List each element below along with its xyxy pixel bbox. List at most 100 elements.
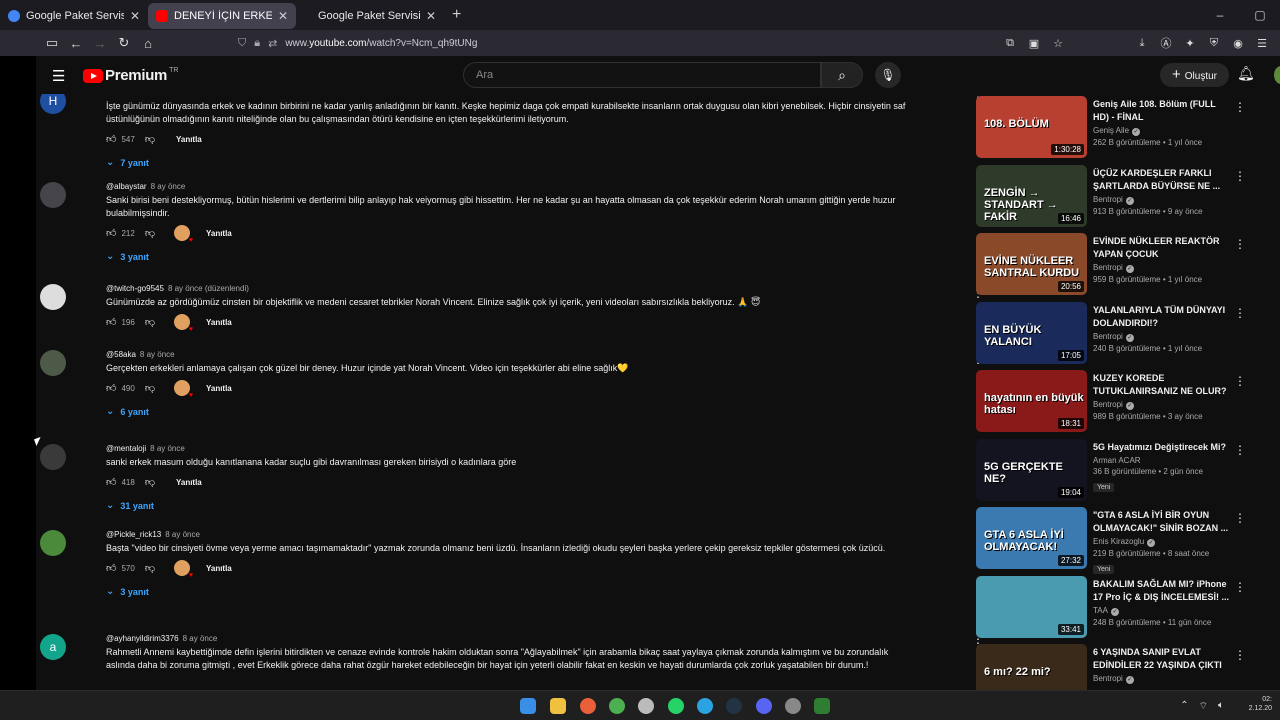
chevron-up-icon[interactable]: ⌃: [1180, 700, 1188, 713]
minimize-icon[interactable]: –: [1200, 8, 1240, 22]
tab-1[interactable]: Google Paket Servisi ✕: [0, 3, 148, 29]
reply-button[interactable]: Yanıtla: [176, 478, 202, 487]
video-thumbnail[interactable]: 108. BÖLÜM 1:30:28: [976, 96, 1087, 158]
channel-name[interactable]: Geniş Aile ✓: [1093, 126, 1233, 136]
reload-icon[interactable]: ↻: [112, 35, 136, 51]
related-video[interactable]: 5G GERÇEKTE NE? 19:04 5G Hayatımızı Değişt…: [976, 438, 1246, 501]
like-icon[interactable]: 👍︎: [106, 316, 116, 328]
comment-time[interactable]: 8 ay önce: [140, 350, 175, 359]
tab-2[interactable]: DENEYİ İÇİN ERKEK ROLÜ YAPAN ✕: [148, 3, 296, 29]
video-title[interactable]: KUZEY KOREDE TUTUKLANIRSANIZ NE OLUR?: [1093, 372, 1233, 398]
video-menu-icon[interactable]: ⋮: [1234, 100, 1246, 114]
shield-icon[interactable]: ⛉: [238, 37, 246, 50]
video-thumbnail[interactable]: EN BÜYÜK YALANCI 17:05: [976, 301, 1087, 364]
channel-name[interactable]: TAA ✓: [1093, 606, 1233, 616]
video-menu-icon[interactable]: ⋮: [1234, 648, 1246, 662]
video-menu-icon[interactable]: ⋮: [1234, 237, 1246, 251]
account-icon[interactable]: Ⓐ: [1154, 35, 1178, 51]
notifications-bell-icon[interactable]: 🔔︎: [1237, 65, 1255, 82]
new-tab-icon[interactable]: +: [452, 6, 461, 24]
like-icon[interactable]: 👍︎: [106, 562, 116, 574]
related-video[interactable]: 33:41 BAKALIM SAĞLAM MI? iPhone 17 Pro İÇ…: [976, 575, 1246, 638]
extensions-icon[interactable]: ✦: [1178, 37, 1202, 50]
dislike-icon[interactable]: 👎︎: [145, 316, 155, 328]
discord-icon[interactable]: [756, 698, 772, 714]
commenter-avatar[interactable]: [40, 444, 66, 470]
like-icon[interactable]: 👍︎: [106, 227, 116, 239]
video-menu-icon[interactable]: ⋮: [1234, 443, 1246, 457]
comment-author[interactable]: @ayhanyildirim3376: [106, 634, 179, 643]
steam-icon[interactable]: [726, 698, 742, 714]
shield-extension-icon[interactable]: ⛨: [1202, 37, 1226, 50]
download-icon[interactable]: ⤓: [1130, 37, 1154, 50]
view-replies-button[interactable]: ⌄ 6 yanıt: [106, 406, 906, 417]
search-button[interactable]: ⌕: [821, 62, 863, 88]
view-replies-button[interactable]: ⌄ 3 yanıt: [106, 586, 906, 597]
vpn-icon[interactable]: ◉: [1226, 37, 1250, 50]
app-icon[interactable]: [785, 698, 801, 714]
related-video[interactable]: ZENGİN → STANDART → FAKİR 16:46 ÜÇÜZ KARDE…: [976, 164, 1246, 227]
permissions-icon[interactable]: ⇄: [268, 37, 277, 50]
comment-time[interactable]: 8 ay önce: [165, 530, 200, 539]
related-video[interactable]: EN BÜYÜK YALANCI 17:05 YALANLARIYLA TÜM DÜ…: [976, 301, 1246, 364]
video-title[interactable]: 5G Hayatımızı Değiştirecek Mi?: [1093, 441, 1233, 454]
video-thumbnail[interactable]: EVİNE NÜKLEER SANTRAL KURDU 20:56: [976, 233, 1087, 295]
screenshot-icon[interactable]: ⧉: [998, 37, 1022, 50]
video-menu-icon[interactable]: ⋮: [1234, 580, 1246, 594]
channel-name[interactable]: Bentropi ✓: [1093, 400, 1233, 410]
channel-name[interactable]: Bentropi ✓: [1093, 674, 1233, 684]
hamburger-menu-icon[interactable]: ☰: [52, 67, 65, 85]
forward-icon[interactable]: →: [88, 36, 112, 51]
video-title[interactable]: BAKALIM SAĞLAM MI? iPhone 17 Pro İÇ & DI…: [1093, 578, 1233, 604]
user-avatar[interactable]: [1274, 66, 1280, 84]
clock[interactable]: 02: 2.12.20: [1249, 695, 1272, 713]
channel-name[interactable]: Arman ACAR: [1093, 456, 1233, 465]
video-menu-icon[interactable]: ⋮: [1234, 374, 1246, 388]
file-explorer-icon[interactable]: [550, 698, 566, 714]
address-bar[interactable]: ⛉ 🔒︎ ⇄ www. youtube.com/watch?v=Ncm_qh9tU…: [238, 30, 1060, 56]
comment-time[interactable]: 8 ay önce: [151, 182, 186, 191]
view-replies-button[interactable]: ⌄ 7 yanıt: [106, 157, 906, 168]
commenter-avatar[interactable]: a: [40, 634, 66, 660]
search-input[interactable]: Ara: [463, 62, 821, 88]
tab-3[interactable]: Google Paket Servisi ✕: [296, 3, 444, 29]
comment-time[interactable]: 8 ay önce: [150, 444, 185, 453]
close-tab-icon[interactable]: ✕: [426, 9, 436, 23]
dislike-icon[interactable]: 👎︎: [145, 382, 155, 394]
commenter-avatar[interactable]: [40, 284, 66, 310]
close-tab-icon[interactable]: ✕: [130, 9, 140, 23]
comment-author[interactable]: @twitch-go9545: [106, 284, 164, 293]
sidebar-toggle-icon[interactable]: ▭: [40, 35, 64, 51]
video-menu-icon[interactable]: ⋮: [1234, 511, 1246, 525]
comment-author[interactable]: @albaystar: [106, 182, 147, 191]
picture-icon[interactable]: ▣: [1022, 37, 1046, 50]
related-video[interactable]: EVİNE NÜKLEER SANTRAL KURDU 20:56 EVİNDE N…: [976, 233, 1246, 295]
dislike-icon[interactable]: 👎︎: [145, 227, 155, 239]
video-title[interactable]: Geniş Aile 108. Bölüm (FULL HD) - FİNAL: [1093, 98, 1233, 124]
lock-icon[interactable]: 🔒︎: [254, 37, 260, 50]
video-title[interactable]: YALANLARIYLA TÜM DÜNYAYI DOLANDIRDI!?: [1093, 304, 1233, 330]
reply-button[interactable]: Yanıtla: [206, 318, 232, 327]
channel-name[interactable]: Bentropi ✓: [1093, 332, 1233, 342]
reply-button[interactable]: Yanıtla: [206, 384, 232, 393]
reply-button[interactable]: Yanıtla: [206, 564, 232, 573]
video-thumbnail[interactable]: ZENGİN → STANDART → FAKİR 16:46: [976, 164, 1087, 227]
telegram-icon[interactable]: [697, 698, 713, 714]
video-menu-icon[interactable]: ⋮: [1234, 306, 1246, 320]
commenter-avatar[interactable]: [40, 182, 66, 208]
maximize-icon[interactable]: ▢: [1240, 8, 1280, 22]
like-icon[interactable]: 👍︎: [106, 476, 116, 488]
dislike-icon[interactable]: 👎︎: [145, 133, 155, 145]
close-tab-icon[interactable]: ✕: [278, 9, 288, 23]
video-thumbnail[interactable]: 5G GERÇEKTE NE? 19:04: [976, 438, 1087, 501]
volume-icon[interactable]: 🔈︎: [1218, 700, 1224, 713]
firefox-icon[interactable]: [580, 698, 596, 714]
windows-start-icon[interactable]: [520, 698, 536, 714]
back-icon[interactable]: ←: [64, 36, 88, 51]
dislike-icon[interactable]: 👎︎: [145, 476, 155, 488]
video-title[interactable]: ÜÇÜZ KARDEŞLER FARKLI ŞARTLARDA BÜYÜRSE …: [1093, 167, 1233, 193]
excel-icon[interactable]: [814, 698, 830, 714]
bookmark-star-icon[interactable]: ☆: [1046, 37, 1070, 50]
video-title[interactable]: EVİNDE NÜKLEER REAKTÖR YAPAN ÇOCUK: [1093, 235, 1233, 261]
home-icon[interactable]: ⌂: [136, 36, 160, 51]
